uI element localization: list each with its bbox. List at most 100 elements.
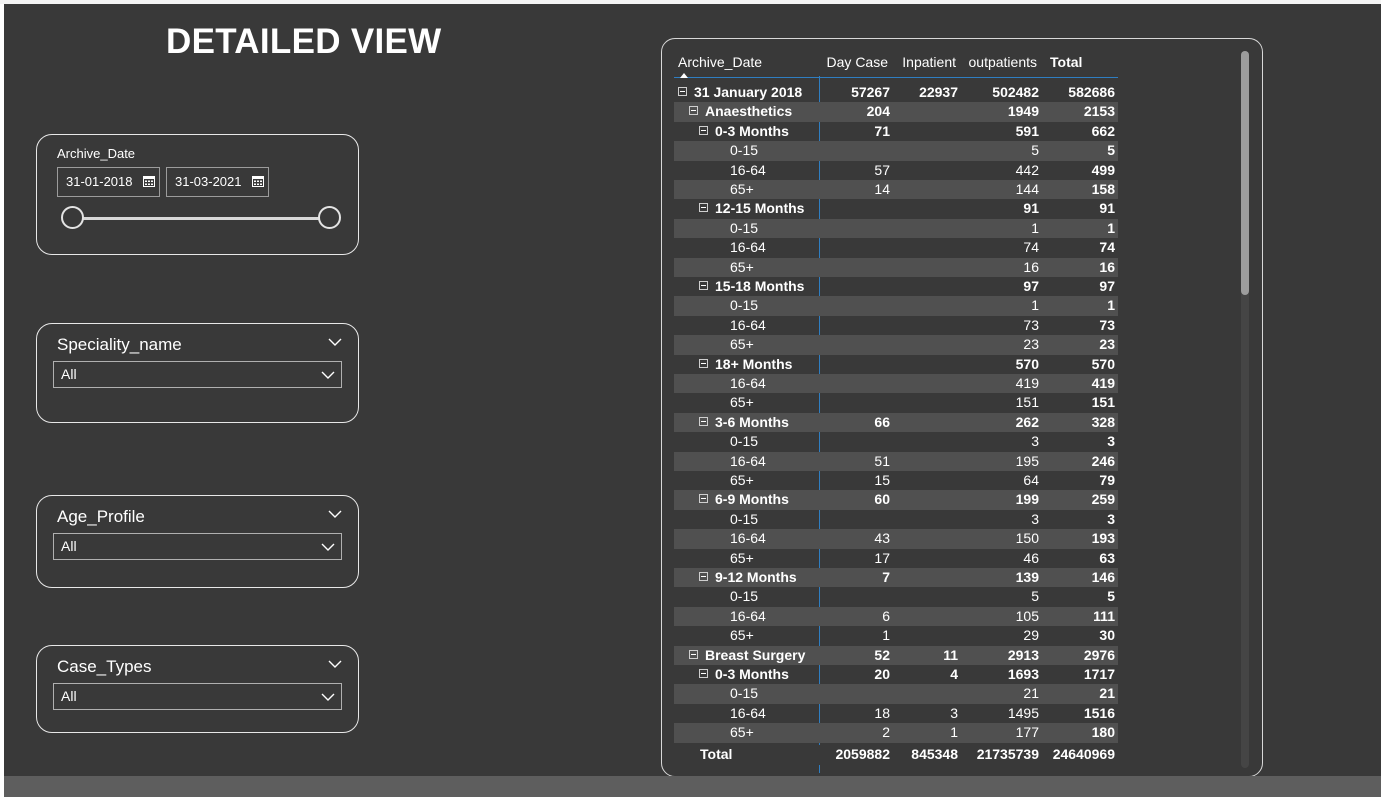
cell-outpatients: 419 — [1015, 375, 1039, 391]
collapse-icon[interactable] — [699, 203, 708, 213]
start-date-input[interactable]: 31-01-2018 — [57, 167, 160, 197]
table-row[interactable]: 6-9 Months 60 199 259 — [674, 490, 1118, 510]
table-row[interactable]: 18+ Months 570 570 — [674, 355, 1118, 374]
table-row[interactable]: 0-15 1 1 — [674, 218, 1118, 239]
table-row[interactable]: 16-64 419 419 — [674, 374, 1118, 394]
speciality-dropdown[interactable]: All — [53, 361, 342, 388]
table-row[interactable]: 0-3 Months 71 591 662 — [674, 122, 1118, 141]
total-day-case: 2059882 — [835, 746, 890, 762]
table-row[interactable]: 0-15 5 5 — [674, 587, 1118, 606]
cell-total: 91 — [1099, 200, 1115, 217]
row-label: 0-15 — [730, 510, 759, 527]
table-row[interactable]: Breast Surgery 52 11 2913 2976 — [674, 645, 1118, 665]
collapse-icon[interactable] — [689, 106, 698, 116]
table-row[interactable]: Anaesthetics 204 1949 2153 — [674, 102, 1118, 122]
date-range-start-handle[interactable] — [61, 206, 84, 229]
table-row[interactable]: 65+ 16 16 — [674, 257, 1118, 277]
collapse-icon[interactable] — [699, 358, 708, 368]
table-row[interactable]: 65+ 23 23 — [674, 335, 1118, 355]
table-row[interactable]: 0-15 5 5 — [674, 141, 1118, 161]
cell-outpatients: 442 — [1015, 161, 1039, 178]
cell-inpatient: 3 — [950, 704, 958, 721]
date-range-end-handle[interactable] — [318, 206, 341, 229]
table-row[interactable]: 16-64 51 195 246 — [674, 451, 1118, 471]
column-header-inpatient[interactable]: Inpatient — [902, 54, 956, 70]
table-row[interactable]: 31 January 2018 57267 22937 502482 582686 — [674, 83, 1118, 102]
row-label: 65+ — [730, 394, 754, 411]
table-row[interactable]: 65+ 15 64 79 — [674, 471, 1118, 490]
cell-total: 1 — [1107, 297, 1115, 314]
end-date-input[interactable]: 31-03-2021 — [166, 167, 269, 197]
row-label: 12-15 Months — [715, 200, 805, 217]
cell-total: 151 — [1091, 394, 1115, 411]
row-label: Anaesthetics — [705, 103, 793, 120]
case-types-dropdown[interactable]: All — [53, 683, 342, 710]
case-types-slicer-title: Case_Types — [57, 657, 152, 676]
table-row[interactable]: 65+ 17 46 63 — [674, 549, 1118, 568]
cell-outpatients: 591 — [1015, 122, 1039, 139]
chevron-down-icon[interactable] — [328, 660, 342, 669]
table-row[interactable]: 0-15 3 3 — [674, 432, 1118, 451]
table-row[interactable]: 0-15 3 3 — [674, 510, 1118, 529]
cell-outpatients: 29 — [1023, 627, 1039, 644]
column-header-outpatients[interactable]: outpatients — [969, 54, 1038, 70]
table-row[interactable]: 0-3 Months 20 4 1693 1717 — [674, 665, 1118, 684]
date-range-slider-track[interactable] — [73, 217, 331, 220]
cell-total: 1717 — [1083, 666, 1115, 682]
table-row[interactable]: 16-64 43 150 193 — [674, 529, 1118, 549]
cell-outpatients: 3 — [1031, 510, 1039, 527]
vertical-scrollbar[interactable] — [1241, 51, 1249, 768]
table-row[interactable]: 16-64 74 74 — [674, 238, 1118, 257]
row-label: 65+ — [730, 549, 754, 566]
row-label: 15-18 Months — [715, 278, 805, 294]
collapse-icon[interactable] — [678, 87, 687, 96]
table-row[interactable]: 16-64 57 442 499 — [674, 161, 1118, 180]
row-label: 18+ Months — [715, 355, 793, 372]
table-row[interactable]: 16-64 18 3 1495 1516 — [674, 704, 1118, 723]
cell-outpatients: 1 — [1031, 297, 1039, 314]
calendar-icon[interactable] — [252, 175, 264, 187]
table-row[interactable]: 65+ 14 144 158 — [674, 180, 1118, 200]
cell-outpatients: 199 — [1015, 491, 1039, 508]
row-label: 0-3 Months — [715, 666, 789, 682]
collapse-icon[interactable] — [699, 281, 708, 290]
table-row[interactable]: 15-18 Months 97 97 — [674, 277, 1118, 296]
cell-total: 111 — [1093, 607, 1115, 624]
table-row[interactable]: 0-15 21 21 — [674, 684, 1118, 704]
table-row[interactable]: 65+ 151 151 — [674, 393, 1118, 412]
cell-total: 146 — [1091, 569, 1115, 585]
collapse-icon[interactable] — [699, 125, 708, 135]
collapse-icon[interactable] — [699, 669, 708, 678]
row-label: 16-64 — [730, 375, 766, 391]
cell-day-case: 15 — [874, 472, 890, 488]
column-header-total[interactable]: Total — [1050, 54, 1082, 70]
table-row[interactable]: 65+ 2 1 177 180 — [674, 723, 1118, 743]
table-row[interactable]: 3-6 Months 66 262 328 — [674, 412, 1118, 433]
collapse-icon[interactable] — [699, 416, 708, 426]
table-row[interactable]: 9-12 Months 7 139 146 — [674, 568, 1118, 588]
table-row[interactable]: 16-64 73 73 — [674, 316, 1118, 335]
table-row[interactable]: 0-15 1 1 — [674, 296, 1118, 316]
collapse-icon[interactable] — [689, 649, 698, 659]
column-header-archive-date[interactable]: Archive_Date — [678, 54, 762, 70]
cell-day-case: 60 — [874, 491, 890, 508]
age-profile-dropdown[interactable]: All — [53, 533, 342, 560]
cell-total: 23 — [1099, 336, 1115, 353]
cell-outpatients: 21 — [1023, 685, 1039, 702]
chevron-down-icon[interactable] — [328, 338, 342, 347]
table-row[interactable]: 65+ 1 29 30 — [674, 626, 1118, 645]
sort-ascending-icon — [680, 73, 688, 78]
cell-total: 499 — [1091, 161, 1115, 178]
collapse-icon[interactable] — [699, 572, 708, 581]
row-label: 16-64 — [730, 161, 766, 178]
table-row[interactable]: 12-15 Months 91 91 — [674, 199, 1118, 218]
collapse-icon[interactable] — [699, 494, 708, 504]
table-row[interactable]: 16-64 6 105 111 — [674, 606, 1118, 627]
cell-total: 21 — [1099, 685, 1115, 702]
calendar-icon[interactable] — [143, 175, 155, 187]
chevron-down-icon[interactable] — [328, 510, 342, 519]
scrollbar-thumb[interactable] — [1241, 51, 1249, 295]
cell-outpatients: 1693 — [1007, 666, 1039, 682]
table-total-row: Total 2059882 845348 21735739 24640969 — [674, 745, 1118, 765]
column-header-day-case[interactable]: Day Case — [827, 54, 888, 70]
